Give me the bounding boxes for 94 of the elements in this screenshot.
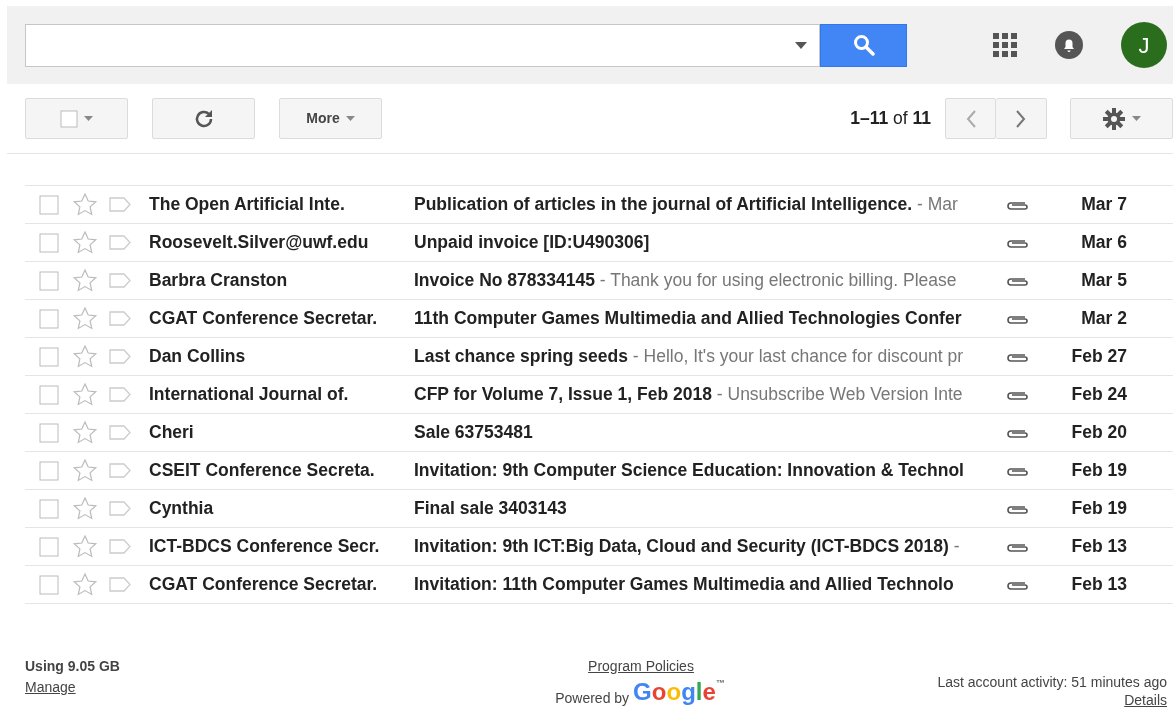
notification-bell-icon[interactable] [1055,31,1083,59]
search-icon [852,34,875,56]
star-icon[interactable] [73,307,97,330]
message-date: Feb 13 [1070,535,1128,559]
label-tag-icon[interactable] [109,463,131,478]
powered-by-text: Powered by [555,689,630,708]
caret-icon [84,116,93,121]
sender-name: CGAT Conference Secretar. [148,573,379,597]
star-icon[interactable] [73,573,97,596]
message-date: Mar 6 [1080,231,1128,255]
previous-page-button[interactable] [945,98,996,139]
message-subject[interactable]: Invitation: 9th ICT:Big Data, Cloud and Security (ICT-BDCS 2018) - [414,533,995,560]
sender-name: Barbra Cranston [148,269,289,293]
checkbox[interactable] [39,270,59,291]
message-subject[interactable]: Invitation: 11th Computer Games Multimedia and Allied Technolo [414,571,995,598]
sender-name: The Open Artificial Inte. [148,193,346,217]
message-date: Feb 20 [1070,421,1128,445]
last-activity-text: Last account activity: 51 minutes ago [937,673,1167,692]
refresh-button[interactable] [152,98,255,139]
label-tag-icon[interactable] [109,501,131,516]
label-tag-icon[interactable] [109,235,131,250]
search-button[interactable] [820,23,907,67]
checkbox[interactable] [39,422,59,443]
message-subject[interactable]: Invitation: 9th Computer Science Education: Innovation & Technol [414,457,995,484]
message-date: Mar 5 [1080,269,1128,293]
message-date: Feb 19 [1070,459,1128,483]
google-logo: Google™ [633,677,726,707]
message-date: Feb 24 [1070,383,1128,407]
label-tag-icon[interactable] [109,577,131,592]
apps-grid-icon[interactable] [993,33,1017,57]
dropdown-icon[interactable] [795,41,807,49]
details-link[interactable]: Details [1124,693,1167,709]
checkbox[interactable] [39,308,59,329]
message-subject[interactable]: CFP for Volume 7, Issue 1, Feb 2018 - Unsubscribe Web Version Inte [414,381,995,408]
chevron-left-icon [965,109,976,128]
sender-name: Cheri [148,421,195,445]
star-icon[interactable] [73,269,97,292]
search-field[interactable] [25,23,820,67]
star-icon[interactable] [73,497,97,520]
sender-name: CGAT Conference Secretar. [148,307,379,331]
checkbox[interactable] [39,232,59,253]
sender-name: Roosevelt.Silver@uwf.edu [148,231,370,255]
label-tag-icon[interactable] [109,425,131,440]
message-date: Mar 2 [1080,307,1128,331]
settings-icon [1102,106,1126,131]
checkbox[interactable] [39,536,59,557]
manage-link[interactable]: Manage [25,679,76,695]
profile-avatar[interactable]: J [1121,22,1167,68]
checkbox[interactable] [39,574,59,595]
star-icon[interactable] [73,421,97,444]
message-date: Feb 19 [1070,497,1128,521]
sender-name: Dan Collins [148,345,247,369]
label-tag-icon[interactable] [109,273,131,288]
checkbox[interactable] [39,384,59,405]
program-policies-link[interactable]: Program Policies [588,656,694,677]
message-date: Feb 13 [1070,573,1128,597]
checkbox[interactable] [39,460,59,481]
message-date: Feb 27 [1070,345,1128,369]
message-date: Mar 7 [1080,193,1128,217]
label-tag-icon[interactable] [109,387,131,402]
message-subject[interactable]: Final sale 3403143 [414,495,995,522]
storage-usage: Using 9.05 GB [25,657,121,676]
message-subject[interactable]: Invoice No 878334145 - Thank you for using electronic billing. Please [414,267,995,294]
label-tag-icon[interactable] [109,539,131,554]
checkbox[interactable] [39,498,59,519]
label-tag-icon[interactable] [109,311,131,326]
more-button[interactable]: More [279,98,382,139]
message-subject[interactable]: Last chance spring seeds - Hello, It's your last chance for discount pr [414,343,995,370]
star-icon[interactable] [73,459,97,482]
caret-icon [345,116,355,121]
message-subject[interactable]: 11th Computer Games Multimedia and Allied Technologies Confer [414,305,995,332]
chevron-right-icon [1016,109,1026,128]
star-icon[interactable] [73,383,97,406]
sender-name: International Journal of. [148,383,350,407]
caret-icon [1132,116,1141,121]
sender-name: CSEIT Conference Secreta. [148,459,376,483]
message-subject[interactable]: Publication of articles in the journal of Artificial Intelligence. - Mar [414,191,995,218]
select-dropdown-button[interactable] [25,98,128,139]
checkbox[interactable] [39,194,59,215]
checkbox-icon [60,109,78,128]
star-icon[interactable] [73,535,97,558]
star-icon[interactable] [73,345,97,368]
star-icon[interactable] [73,193,97,216]
sender-name: ICT-BDCS Conference Secr. [148,535,381,559]
sender-name: Cynthia [148,497,215,521]
label-tag-icon[interactable] [109,349,131,364]
settings-button[interactable] [1070,98,1173,139]
next-page-button[interactable] [996,98,1047,139]
label-tag-icon[interactable] [109,197,131,212]
message-subject[interactable]: Sale 63753481 [414,419,995,446]
star-icon[interactable] [73,231,97,254]
message-subject[interactable]: Unpaid invoice [ID:U490306] [414,229,995,256]
checkbox[interactable] [39,346,59,367]
page-range: 1–11 of 11 [850,107,931,131]
